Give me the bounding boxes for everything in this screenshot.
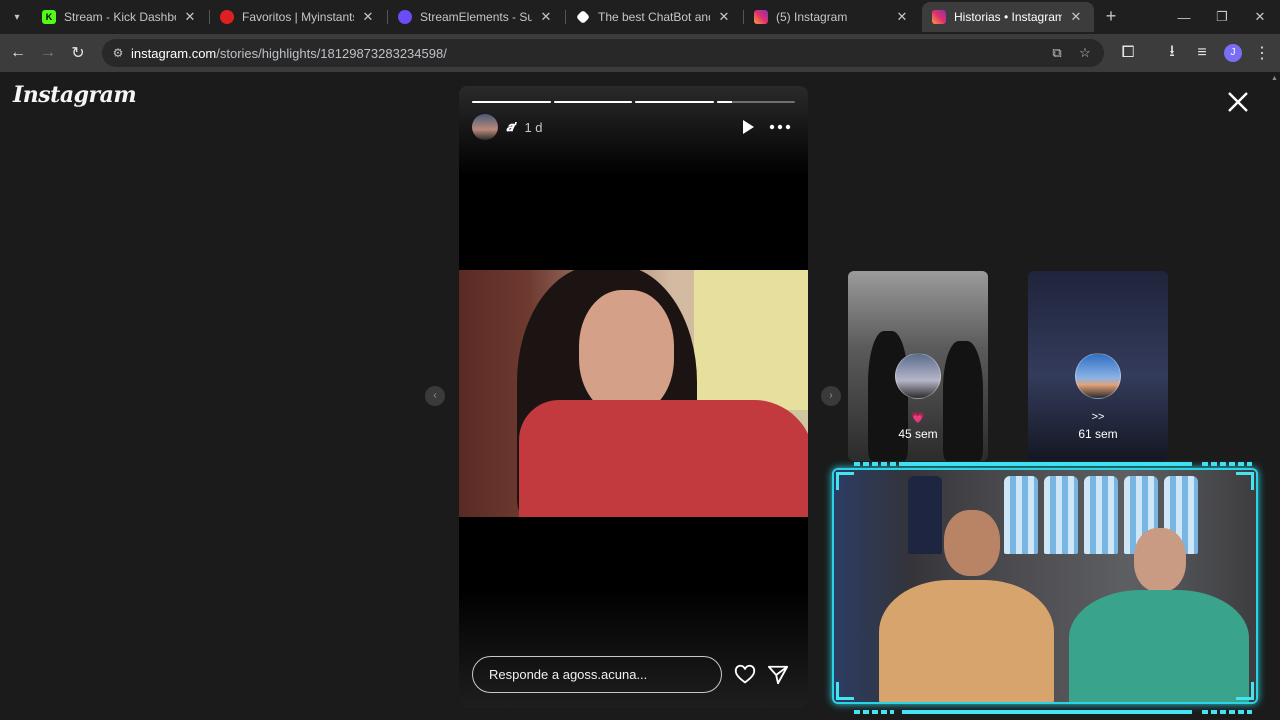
restore-icon[interactable]: ❐ (1202, 0, 1242, 34)
download-icon[interactable]: ⭳ (1160, 41, 1184, 65)
reload-icon[interactable]: ↻ (66, 41, 90, 65)
tab-historias-instagram[interactable]: Historias • Instagram ✕ (922, 2, 1094, 32)
stories-page: Instagram ‹ › 𝒂' 1 d Responde a agoss.ac… (0, 72, 1280, 720)
story-reply-input[interactable] (472, 656, 722, 693)
play-icon[interactable] (739, 118, 757, 136)
close-tab-icon[interactable]: ✕ (1068, 9, 1084, 25)
highlight-preview-card[interactable]: 💗 45 sem (848, 271, 988, 461)
send-share-icon[interactable] (767, 664, 789, 686)
previous-story-button[interactable]: ‹ (425, 386, 445, 406)
jersey-decoration (1044, 476, 1078, 554)
tab-chatbot[interactable]: The best ChatBot and Wid ✕ (566, 2, 742, 32)
overlay-corner (836, 682, 854, 700)
url-path: /stories/highlights/18129873283234598/ (216, 46, 447, 61)
story-avatar[interactable] (472, 114, 498, 140)
highlight-age: 61 sem (1078, 427, 1118, 441)
back-icon[interactable]: ← (6, 41, 30, 65)
story-header: 𝒂' 1 d (472, 114, 795, 140)
tab-title: Stream - Kick Dashboard (64, 10, 176, 24)
tab-kick-dashboard[interactable]: K Stream - Kick Dashboard ✕ (32, 2, 208, 32)
tab-instagram[interactable]: (5) Instagram ✕ (744, 2, 920, 32)
tab-title: Historias • Instagram (954, 10, 1062, 24)
highlight-avatar (1075, 353, 1121, 399)
progress-segment (635, 101, 714, 103)
tab-title: (5) Instagram (776, 10, 848, 24)
webcam-overlay (822, 458, 1268, 720)
guest-head (1134, 528, 1186, 592)
chatbot-icon (575, 9, 591, 25)
tab-title: StreamElements - Superpo (420, 10, 532, 24)
highlight-preview-card[interactable]: >> 61 sem (1028, 271, 1168, 461)
url-domain: instagram.com (131, 46, 217, 61)
photo-face (579, 290, 674, 415)
close-tab-icon[interactable]: ✕ (716, 9, 732, 25)
forward-icon[interactable]: → (36, 41, 60, 65)
streamelements-icon (398, 10, 412, 24)
streamer-body (879, 580, 1054, 702)
tab-strip: ▾ K Stream - Kick Dashboard ✕ Favoritos … (0, 0, 1280, 34)
webcam-feed (832, 468, 1258, 704)
close-tab-icon[interactable]: ✕ (182, 9, 198, 25)
overlay-decoration (1202, 462, 1252, 466)
scroll-up-icon[interactable]: ▲ (1271, 75, 1278, 82)
photo-wall (694, 270, 808, 410)
close-tab-icon[interactable]: ✕ (894, 9, 910, 25)
instagram-logo[interactable]: Instagram (13, 82, 137, 108)
url-text[interactable]: instagram.com/stories/highlights/1812987… (131, 46, 447, 61)
tab-title: The best ChatBot and Wid (598, 10, 710, 24)
tab-search-button[interactable]: ▾ (6, 6, 28, 28)
highlight-age: 45 sem (898, 427, 938, 441)
highlight-title: 💗 (911, 412, 925, 424)
more-options-icon[interactable] (768, 118, 792, 136)
page-scrollbar[interactable]: ▲ (1268, 72, 1280, 720)
like-heart-icon[interactable] (734, 664, 756, 686)
tab-myinstants[interactable]: Favoritos | Myinstants ✕ (210, 2, 386, 32)
story-progress-bar (472, 101, 795, 103)
story-timestamp: 1 d (524, 119, 543, 135)
highlight-title: >> (1091, 411, 1105, 423)
profile-avatar[interactable]: J (1224, 44, 1242, 62)
instagram-icon (754, 10, 768, 24)
close-tab-icon[interactable]: ✕ (360, 9, 376, 25)
bookmark-star-icon[interactable]: ☆ (1076, 44, 1094, 62)
overlay-decoration (902, 462, 1192, 466)
close-tab-icon[interactable]: ✕ (538, 9, 554, 25)
browser-menu-icon[interactable]: ⋮ (1250, 41, 1274, 65)
minimize-icon[interactable]: — (1164, 0, 1204, 34)
highlight-avatar (895, 353, 941, 399)
story-viewer[interactable]: 𝒂' 1 d (459, 86, 808, 708)
window-close-icon[interactable]: ✕ (1240, 0, 1280, 34)
extensions-icon[interactable]: ⧠ (1116, 41, 1140, 65)
overlay-decoration (902, 710, 1192, 714)
streamer-head (944, 510, 1000, 576)
story-username[interactable]: 𝒂' (506, 119, 516, 135)
jersey-decoration (1004, 476, 1038, 554)
browser-toolbar: ← → ↻ ⚙ instagram.com/stories/highlights… (0, 34, 1280, 72)
progress-segment (716, 101, 795, 103)
instagram-icon (932, 10, 946, 24)
guest-body (1069, 590, 1249, 702)
next-story-button[interactable]: › (821, 386, 841, 406)
photo-shirt (519, 400, 808, 517)
tab-title: Favoritos | Myinstants (242, 10, 354, 24)
overlay-decoration (854, 710, 894, 714)
close-story-icon[interactable] (1224, 88, 1252, 116)
kick-icon: K (42, 10, 56, 24)
story-photo (459, 270, 808, 517)
address-bar[interactable]: ⚙ instagram.com/stories/highlights/18129… (102, 39, 1104, 67)
overlay-corner (836, 472, 854, 490)
jersey-decoration (1084, 476, 1118, 554)
overlay-corner (1236, 472, 1254, 490)
overlay-corner (1236, 682, 1254, 700)
overlay-decoration (1202, 710, 1252, 714)
tab-streamelements[interactable]: StreamElements - Superpo ✕ (388, 2, 564, 32)
site-info-icon[interactable]: ⚙ (110, 45, 126, 61)
new-tab-button[interactable]: + (1100, 6, 1122, 28)
install-app-icon[interactable]: ⧉ (1048, 44, 1066, 62)
myinstants-icon (220, 10, 234, 24)
progress-segment (472, 101, 551, 103)
jersey-decoration (908, 476, 942, 554)
media-control-icon[interactable]: ≡ (1190, 41, 1214, 65)
progress-segment (553, 101, 632, 103)
